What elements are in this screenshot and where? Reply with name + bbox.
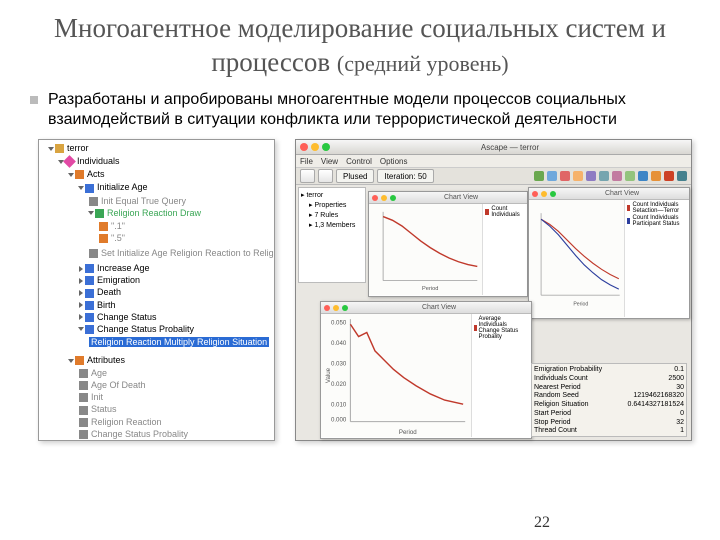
window-titlebar[interactable]: Ascape — terror [296,140,691,155]
tool-icon[interactable] [573,171,583,181]
menubar[interactable]: File View Control Options [296,155,691,168]
app-side-tree[interactable]: ▸ terror ▸ Properties ▸ 7 Rules ▸ 1,3 Me… [298,187,366,283]
chart-window-1[interactable]: Chart View Period Count Individuals [368,191,528,297]
simulation-app-window: Ascape — terror File View Control Option… [295,139,692,441]
gear-icon [75,170,84,179]
title-paren: (средний уровень) [337,51,509,76]
toolbar-button[interactable] [318,169,333,183]
svg-text:0.010: 0.010 [331,401,347,408]
parameters-panel: Emigration Probability0.1 Individuals Co… [531,363,687,437]
tool-icon[interactable] [677,171,687,181]
tool-icon[interactable] [638,171,648,181]
svg-text:Period: Period [573,302,588,308]
status-tab-iteration[interactable]: Iteration: 50 [377,169,433,183]
toolbar[interactable]: Plused Iteration: 50 [296,168,691,185]
page-number: 22 [534,514,550,532]
tool-icon[interactable] [534,171,544,181]
tool-icon[interactable] [560,171,570,181]
status-tab-paused[interactable]: Plused [336,169,374,183]
svg-text:Value: Value [325,367,332,383]
tree-selected-item[interactable]: Religion Reaction Multiply Religion Situ… [89,337,269,347]
tool-icon[interactable] [651,171,661,181]
bullet-square-icon [30,96,38,104]
svg-text:Period: Period [399,429,417,436]
svg-text:0.030: 0.030 [331,360,347,367]
svg-text:Period: Period [422,286,438,292]
toolbar-button[interactable] [300,169,315,183]
svg-text:0.040: 0.040 [331,340,347,347]
folder-icon [55,144,64,153]
menu-options[interactable]: Options [380,157,408,166]
bullet-text: Разработаны и апробированы многоагентные… [48,90,690,132]
chart-window-2[interactable]: Chart View Period Coun [528,187,690,319]
window-title: Ascape — terror [333,143,687,152]
svg-text:0.020: 0.020 [331,381,347,388]
tool-icon[interactable] [612,171,622,181]
tool-icon[interactable] [586,171,596,181]
tool-icon[interactable] [664,171,674,181]
svg-text:0.050: 0.050 [331,319,347,326]
model-tree-panel[interactable]: terror Individuals Acts Initialize Age I… [38,139,275,441]
chart-window-3[interactable]: Chart View 0.050 0.040 0.030 0.020 0.010 [320,301,532,439]
bullet-item: Разработаны и апробированы многоагентные… [30,90,690,132]
slide-title: Многоагентное моделирование социальных с… [30,12,690,80]
menu-view[interactable]: View [321,157,338,166]
svg-text:0.000: 0.000 [331,417,347,424]
menu-file[interactable]: File [300,157,313,166]
tool-icon[interactable] [599,171,609,181]
tool-icon[interactable] [625,171,635,181]
traffic-lights[interactable] [300,143,330,151]
menu-control[interactable]: Control [346,157,372,166]
tool-icon[interactable] [547,171,557,181]
